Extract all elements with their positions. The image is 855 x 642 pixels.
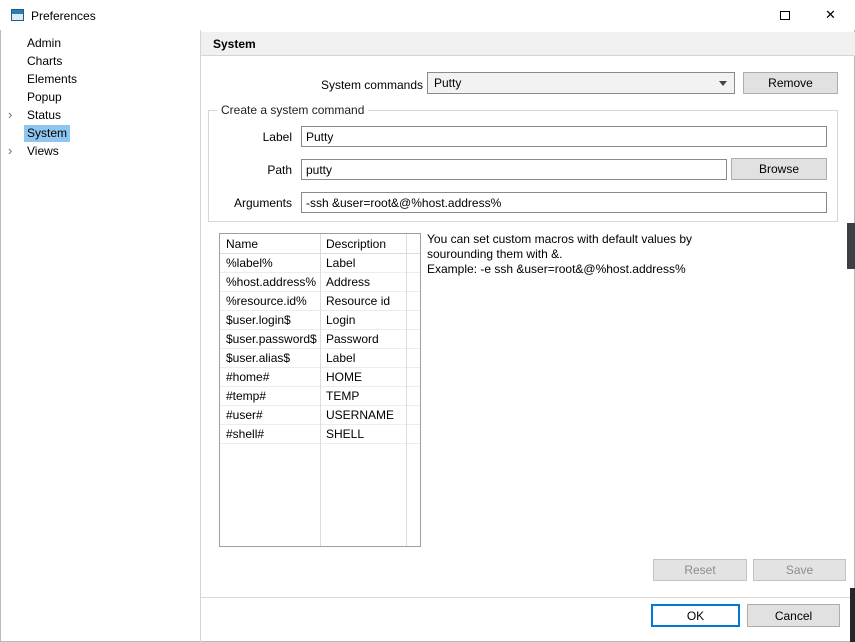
- titlebar[interactable]: Preferences ✕: [0, 0, 855, 30]
- cancel-button[interactable]: Cancel: [747, 604, 840, 627]
- macro-name: $user.password$: [220, 330, 320, 348]
- macro-name: #temp#: [220, 387, 320, 405]
- footer-divider: [201, 597, 855, 598]
- macro-name: #shell#: [220, 425, 320, 443]
- macro-name: %host.address%: [220, 273, 320, 291]
- system-commands-label: System commands: [300, 77, 423, 93]
- help-line: You can set custom macros with default v…: [427, 232, 827, 247]
- group-legend: Create a system command: [217, 103, 368, 117]
- label-field-label: Label: [230, 129, 292, 145]
- macro-description: HOME: [320, 368, 406, 386]
- help-line: sourounding them with &.: [427, 247, 827, 262]
- macros-help-text: You can set custom macros with default v…: [427, 232, 827, 277]
- external-window-artifact: [850, 588, 855, 642]
- macro-description: Label: [320, 349, 406, 367]
- sidebar-item-label: Charts: [24, 53, 65, 70]
- arguments-field-label: Arguments: [230, 195, 292, 211]
- maximize-icon: [780, 11, 790, 20]
- window-title: Preferences: [31, 9, 96, 23]
- sidebar-item-label: Popup: [24, 89, 65, 106]
- path-field[interactable]: [301, 159, 727, 180]
- sidebar-item-admin[interactable]: Admin: [0, 35, 199, 52]
- macro-description: TEMP: [320, 387, 406, 405]
- macro-name: %resource.id%: [220, 292, 320, 310]
- sidebar-item-label: System: [24, 125, 70, 142]
- external-window-artifact: [847, 223, 855, 269]
- preferences-window: Preferences ✕ Admin Charts Elements Popu…: [0, 0, 855, 642]
- macro-description: Label: [320, 254, 406, 272]
- sidebar-item-label: Views: [24, 143, 62, 160]
- macro-name: $user.login$: [220, 311, 320, 329]
- sidebar-item-views[interactable]: › Views: [0, 143, 199, 160]
- expander-icon[interactable]: ›: [8, 143, 20, 160]
- macros-table: Name Description %label% Label %host.add…: [219, 233, 421, 547]
- table-column-divider: [320, 234, 321, 546]
- table-header-name: Name: [220, 234, 320, 253]
- sidebar-item-label: Elements: [24, 71, 80, 88]
- macro-name: #user#: [220, 406, 320, 424]
- system-commands-value: Putty: [434, 76, 461, 90]
- macro-name: $user.alias$: [220, 349, 320, 367]
- sidebar-item-elements[interactable]: Elements: [0, 71, 199, 88]
- label-field[interactable]: [301, 126, 827, 147]
- ok-button[interactable]: OK: [651, 604, 740, 627]
- table-column-divider: [406, 234, 407, 546]
- path-field-label: Path: [230, 162, 292, 178]
- arguments-field[interactable]: [301, 192, 827, 213]
- sidebar-item-label: Status: [24, 107, 64, 124]
- dropdown-arrow-icon: [719, 81, 727, 86]
- remove-button[interactable]: Remove: [743, 72, 838, 94]
- macro-description: Resource id: [320, 292, 406, 310]
- close-icon: ✕: [825, 7, 836, 23]
- browse-button[interactable]: Browse: [731, 158, 827, 180]
- save-button[interactable]: Save: [753, 559, 846, 581]
- macro-description: SHELL: [320, 425, 406, 443]
- table-header-description: Description: [320, 234, 406, 253]
- help-line: Example: -e ssh &user=root&@%host.addres…: [427, 262, 827, 277]
- maximize-button[interactable]: [762, 0, 807, 30]
- app-icon: [11, 9, 24, 21]
- system-commands-dropdown[interactable]: Putty: [427, 72, 735, 94]
- sidebar-item-charts[interactable]: Charts: [0, 53, 199, 70]
- macro-name: #home#: [220, 368, 320, 386]
- macro-description: Address: [320, 273, 406, 291]
- macro-name: %label%: [220, 254, 320, 272]
- sidebar-item-status[interactable]: › Status: [0, 107, 199, 124]
- macro-description: Login: [320, 311, 406, 329]
- macro-description: Password: [320, 330, 406, 348]
- sidebar-item-label: Admin: [24, 35, 64, 52]
- macro-description: USERNAME: [320, 406, 406, 424]
- page-title: System: [201, 32, 855, 56]
- reset-button[interactable]: Reset: [653, 559, 747, 581]
- sidebar-item-system[interactable]: System: [0, 125, 199, 142]
- expander-icon[interactable]: ›: [8, 107, 20, 124]
- sidebar-divider: [200, 30, 201, 642]
- close-button[interactable]: ✕: [808, 0, 853, 30]
- sidebar-item-popup[interactable]: Popup: [0, 89, 199, 106]
